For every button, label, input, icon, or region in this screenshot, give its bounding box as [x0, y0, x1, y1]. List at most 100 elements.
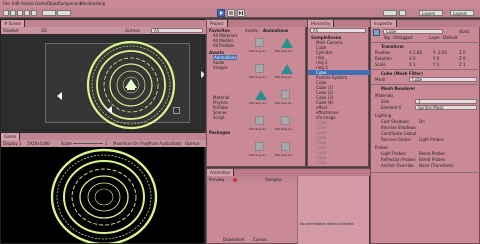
audio-gizmo-icon[interactable]	[107, 106, 113, 114]
asset-thumb[interactable]: Morning Ar...	[249, 114, 271, 136]
scale-z[interactable]: Z 1	[459, 62, 466, 67]
gizmos-dropdown[interactable]: Gizmos	[125, 28, 140, 33]
lighting-row-value[interactable]: Light Probes	[419, 137, 444, 142]
breadcrumb-animations[interactable]: Animations	[263, 28, 288, 33]
transform-title[interactable]: Transform	[381, 44, 404, 49]
layout-dropdown[interactable]: Layout	[450, 10, 474, 16]
scale-tool-button[interactable]	[24, 10, 30, 16]
scale-y[interactable]: Y 1	[433, 62, 439, 67]
probes-row-value[interactable]: None (Transform)	[419, 163, 454, 168]
materials-size-input[interactable]: 1	[415, 99, 477, 104]
favorite-item[interactable]: All Prefabs	[213, 43, 234, 48]
probes-row-value[interactable]: Blend Probes	[419, 157, 445, 162]
pivot-toggle[interactable]	[42, 10, 56, 16]
menu-component[interactable]: Component	[58, 1, 81, 6]
step-button[interactable]	[237, 9, 245, 17]
lighting-row-label: Cast Shadows	[381, 119, 410, 124]
resolution-dropdown[interactable]: 1920x1080	[27, 141, 50, 146]
maximize-on-play-toggle[interactable]: Maximize On Play	[113, 141, 149, 146]
layer-dropdown[interactable]: Default	[443, 35, 458, 40]
menu-edit[interactable]: Edit	[12, 1, 20, 6]
hand-tool-button[interactable]	[3, 10, 9, 16]
rotation-y[interactable]: Y 0	[433, 56, 439, 61]
tab-hierarchy[interactable]: Hierarchy	[308, 20, 335, 27]
menu-window[interactable]: Window	[80, 1, 96, 6]
tab-animation[interactable]: Animation	[207, 169, 235, 176]
mesh-renderer-title[interactable]: Mesh Renderer	[381, 86, 415, 91]
position-x[interactable]: X 5.68	[409, 50, 422, 55]
lighting-row-value[interactable]: On	[419, 119, 425, 124]
rotation-x[interactable]: X 0	[409, 56, 416, 61]
asset-thumb[interactable]: Morning Ar...	[275, 88, 297, 110]
scale-x[interactable]: X 1	[409, 62, 416, 67]
position-y[interactable]: Y -2.02	[433, 50, 447, 55]
menu-help[interactable]: Help	[96, 1, 105, 6]
layer-label: Layer	[429, 35, 441, 40]
position-z[interactable]: Z 0	[459, 50, 466, 55]
asset-thumb[interactable]: Morning Ar...	[249, 36, 271, 58]
light-gizmo-icon[interactable]	[57, 92, 63, 100]
rotate-tool-button[interactable]	[17, 10, 23, 16]
tab-game[interactable]: Game	[1, 133, 20, 140]
asset-thumb[interactable]: Morning Ar...	[275, 62, 297, 84]
shading-mode-dropdown[interactable]: Shaded	[3, 28, 18, 33]
game-gizmos-dropdown[interactable]: Gizmos	[185, 141, 200, 146]
pause-button[interactable]	[227, 9, 235, 17]
display-dropdown[interactable]: Display 1	[3, 141, 22, 146]
2d-toggle[interactable]: 2D	[41, 28, 47, 33]
materials-foldout[interactable]: Materials	[375, 93, 393, 98]
packages-label[interactable]: Packages	[209, 130, 230, 135]
mute-audio-toggle[interactable]: Mute Audio	[148, 141, 171, 146]
mesh-field[interactable]: Cube	[409, 77, 477, 82]
tab-curves[interactable]: Curves	[253, 237, 267, 242]
static-toggle[interactable]: Static	[459, 29, 470, 34]
preview-button[interactable]: Preview	[209, 177, 225, 182]
folder-item[interactable]: Script	[213, 115, 225, 120]
tag-dropdown[interactable]: Untagged	[393, 35, 413, 40]
collab-button[interactable]	[383, 10, 397, 16]
asset-thumb[interactable]: Morning Ar...	[249, 140, 271, 162]
scale-slider[interactable]	[73, 143, 103, 144]
play-button[interactable]	[217, 9, 225, 17]
ring-emblem	[86, 40, 176, 130]
rotation-z[interactable]: Z 0	[459, 56, 466, 61]
asset-icon	[255, 38, 264, 47]
hierarchy-item[interactable]: Cube	[316, 160, 326, 165]
animation-timeline[interactable]: No animatable object selected.	[297, 176, 369, 244]
cloud-icon[interactable]	[399, 10, 406, 16]
tab-inspector[interactable]: Inspector	[371, 20, 397, 27]
tab-scene[interactable]: # Scene	[1, 20, 25, 27]
selection-handle[interactable]	[173, 107, 180, 114]
game-viewport[interactable]	[1, 147, 204, 243]
lighting-foldout[interactable]: Lighting	[375, 113, 391, 118]
probes-row-value[interactable]: Blend Probes	[419, 151, 445, 156]
move-tool-button[interactable]	[10, 10, 16, 16]
menu-file[interactable]: File	[3, 1, 10, 6]
layers-dropdown[interactable]: Layers	[419, 10, 443, 16]
breadcrumb-assets[interactable]: Assets	[245, 28, 258, 33]
stats-toggle[interactable]: Stats	[171, 141, 181, 146]
element0-field[interactable]: Sprites-Mask	[415, 105, 477, 110]
animation-clip-icon	[281, 38, 293, 48]
asset-thumb[interactable]: Morning Ar...	[275, 140, 297, 162]
lighting-row-label: Receive Global	[381, 137, 411, 142]
rect-tool-button[interactable]	[31, 10, 37, 16]
asset-thumb[interactable]: Morning Ar...	[275, 36, 297, 58]
scene-search-input[interactable]: All	[151, 28, 203, 33]
tab-project[interactable]: Project	[207, 20, 228, 27]
asset-thumb[interactable]: Morning Ar...	[249, 88, 271, 110]
asset-thumb[interactable]: Morning Ar...	[249, 62, 271, 84]
hierarchy-search-input[interactable]: All	[310, 28, 366, 33]
global-toggle[interactable]	[57, 10, 71, 16]
material-preview-area	[371, 172, 480, 244]
object-name-input[interactable]: Cube	[383, 29, 443, 34]
folder-item[interactable]: Images	[213, 65, 228, 70]
menu-assets[interactable]: Assets	[21, 1, 34, 6]
tab-dopesheet[interactable]: Dopesheet	[223, 237, 245, 242]
probes-foldout[interactable]: Probes	[375, 145, 388, 150]
menu-gameobject[interactable]: GameObject	[35, 1, 60, 6]
scene-viewport[interactable]	[1, 34, 204, 130]
mesh-filter-title[interactable]: Cube (Mesh Filter)	[381, 71, 423, 76]
record-button[interactable]	[233, 178, 237, 182]
asset-thumb[interactable]: Morning Ar...	[275, 114, 297, 136]
